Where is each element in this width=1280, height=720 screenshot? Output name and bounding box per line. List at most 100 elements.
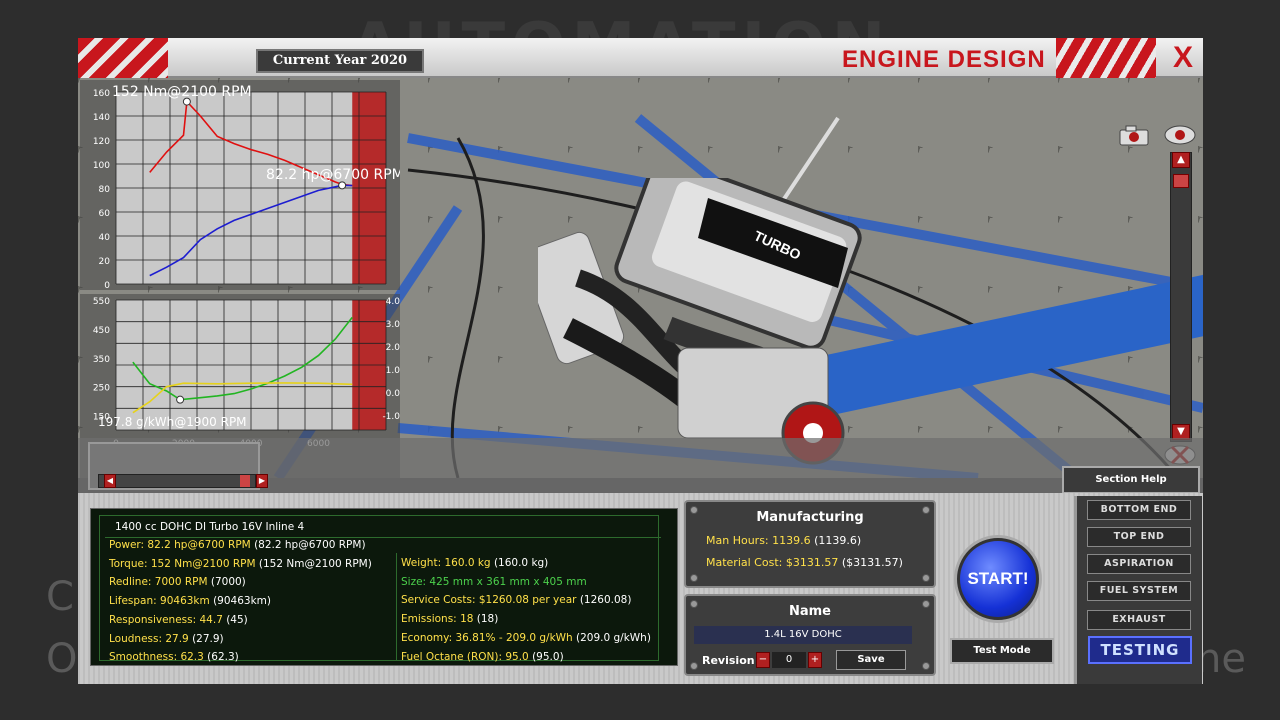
title-bar: Current Year 2020 ENGINE DESIGN X — [78, 38, 1203, 78]
stat-extra: (1260.08) — [576, 594, 632, 607]
engine-model[interactable]: TURBO — [538, 178, 878, 478]
y-tick-label: 160 — [93, 89, 110, 99]
power-peak-label: 82.2 hp@6700 RPM — [266, 167, 400, 183]
y-tick-label: 60 — [99, 209, 111, 219]
man-hours-line: Man Hours: 1139.6 (1139.6) — [706, 534, 861, 547]
current-year-label: Current Year 2020 — [256, 49, 424, 73]
manufacturing-panel: Manufacturing Man Hours: 1139.6 (1139.6)… — [684, 500, 936, 588]
stat-row: Emissions: 18 (18) — [401, 613, 498, 625]
stat-extra: (95.0) — [528, 650, 564, 663]
engine-name-field[interactable]: 1.4L 16V DOHC — [694, 626, 912, 644]
stat-extra: (209.0 g/kWh) — [572, 631, 651, 644]
y-tick-left-label: 550 — [93, 297, 110, 307]
material-cost-label: Material Cost: — [706, 556, 783, 569]
zoom-scrollbar[interactable] — [1170, 152, 1192, 442]
stat-extra: (160.0 kg) — [490, 557, 549, 569]
y-tick-right-label: -1.0 — [382, 412, 400, 422]
bsfc-marker — [176, 395, 185, 404]
stat-label: Emissions: 18 — [401, 613, 474, 626]
y-tick-left-label: 350 — [93, 355, 110, 365]
stat-row: Loudness: 27.9 (27.9) — [109, 633, 224, 645]
stat-row: Smoothness: 62.3 (62.3) — [109, 651, 239, 663]
y-tick-label: 120 — [93, 137, 110, 147]
stat-extra: (152 Nm@2100 RPM) — [255, 557, 372, 570]
y-tick-right-label: 2.0 — [386, 343, 400, 353]
zoom-up-button[interactable]: ▲ — [1172, 152, 1190, 168]
stat-row: Lifespan: 90463km (90463km) — [109, 595, 271, 607]
engine-title: 1400 cc DOHC DI Turbo 16V Inline 4 — [115, 521, 305, 533]
revision-label: Revision — [702, 654, 755, 667]
y-tick-label: 0 — [104, 281, 110, 290]
y-tick-left-label: 450 — [93, 326, 110, 336]
stat-label: Responsiveness: 44.7 — [109, 613, 223, 626]
power-torque-svg: 160 140 120 100 80 60 40 20 0 152 Nm@2100 RPM 82.2… — [93, 84, 404, 291]
stat-extra: (82.2 hp@6700 RPM) — [250, 539, 366, 551]
close-button[interactable]: X — [1168, 42, 1198, 74]
stat-row: Torque: 152 Nm@2100 RPM (152 Nm@2100 RPM… — [109, 558, 372, 570]
name-title: Name — [788, 604, 831, 619]
y-tick-label: 40 — [99, 233, 111, 243]
y-tick-label: 20 — [99, 257, 111, 267]
background-text-ne: ne — [1196, 636, 1246, 682]
y-tick-right-label: 4.0 — [386, 297, 400, 307]
stat-label: Power: 82.2 hp@6700 RPM — [109, 539, 251, 551]
eye-icon[interactable] — [1164, 124, 1196, 146]
y-tick-label: 100 — [93, 161, 110, 171]
nav-exhaust[interactable]: EXHAUST — [1087, 610, 1191, 630]
man-hours-extra: (1139.6) — [814, 534, 862, 547]
stat-row: Size: 425 mm x 361 mm x 405 mm — [401, 576, 587, 588]
y-tick-label: 80 — [99, 185, 111, 195]
nav-fuel-system[interactable]: FUEL SYSTEM — [1087, 581, 1191, 601]
engine-3d-viewport[interactable]: TURBO ▲ ▼ 160 140 120 100 80 60 40 20 0 … — [78, 78, 1203, 478]
stat-extra: (7000) — [207, 576, 246, 589]
background-text-o: O — [46, 636, 78, 682]
material-cost-value: $3131.57 — [785, 556, 839, 569]
bsfc-label: 197.8 g/kWh@1900 RPM — [98, 415, 247, 429]
mini-slider-panel: ◀ ▶ — [88, 442, 268, 490]
stat-row: Redline: 7000 RPM (7000) — [109, 576, 246, 588]
test-mode-button[interactable]: Test Mode — [950, 638, 1054, 664]
revision-decrement-button[interactable]: − — [756, 652, 770, 668]
stat-row: Responsiveness: 44.7 (45) — [109, 614, 248, 626]
stat-label: Redline: 7000 RPM — [109, 576, 208, 589]
engine-stats-panel: 1400 cc DOHC DI Turbo 16V Inline 4 Power… — [90, 508, 678, 666]
stat-label: Service Costs: $1260.08 per year — [401, 594, 577, 607]
save-button[interactable]: Save — [836, 650, 906, 670]
y-tick-right-label: 0.0 — [386, 389, 400, 399]
stat-label: Lifespan: 90463km — [109, 595, 210, 608]
stat-extra: (27.9) — [188, 632, 224, 645]
title-stripe-right — [1056, 38, 1156, 78]
mini-slider-left-button[interactable]: ◀ — [104, 474, 116, 488]
stats-divider-top — [105, 537, 661, 538]
stat-label: Smoothness: 62.3 — [109, 651, 204, 664]
stat-label: Economy: 36.81% - 209.0 g/kWh — [401, 631, 573, 644]
stat-label: Fuel Octane (RON): 95.0 — [401, 650, 529, 663]
torque-peak-label: 152 Nm@2100 RPM — [112, 84, 252, 100]
stat-row: Fuel Octane (RON): 95.0 (95.0) — [401, 651, 564, 663]
section-help-button[interactable]: Section Help — [1062, 466, 1200, 494]
start-button[interactable]: START! — [960, 541, 1036, 617]
revision-value: 0 — [772, 652, 806, 668]
nav-bottom-end[interactable]: BOTTOM END — [1087, 500, 1191, 520]
stat-label: Torque: 152 Nm@2100 RPM — [109, 557, 256, 570]
zoom-thumb[interactable] — [1173, 174, 1189, 188]
stat-extra: (45) — [222, 613, 248, 626]
mini-slider-right-button[interactable]: ▶ — [256, 474, 268, 488]
name-panel: Name 1.4L 16V DOHC Revision − 0 + Save — [684, 594, 936, 676]
stats-column-divider — [396, 553, 397, 661]
stat-row: Economy: 36.81% - 209.0 g/kWh (209.0 g/k… — [401, 632, 651, 644]
man-hours-label: Man Hours: — [706, 534, 769, 547]
mini-slider-handle[interactable] — [240, 475, 250, 487]
revision-increment-button[interactable]: + — [808, 652, 822, 668]
mini-slider-track[interactable] — [98, 474, 256, 488]
y-tick-label: 140 — [93, 113, 110, 123]
stat-extra: (18) — [473, 613, 499, 626]
nav-top-end[interactable]: TOP END — [1087, 527, 1191, 547]
material-cost-line: Material Cost: $3131.57 ($3131.57) — [706, 556, 903, 569]
nav-testing[interactable]: TESTING — [1088, 636, 1192, 664]
background-text-c: C — [46, 574, 74, 620]
nav-aspiration[interactable]: ASPIRATION — [1087, 554, 1191, 574]
camera-icon[interactable] — [1118, 124, 1150, 146]
y-tick-left-label: 250 — [93, 384, 110, 394]
stat-label: Weight: 160.0 kg — [401, 557, 491, 569]
